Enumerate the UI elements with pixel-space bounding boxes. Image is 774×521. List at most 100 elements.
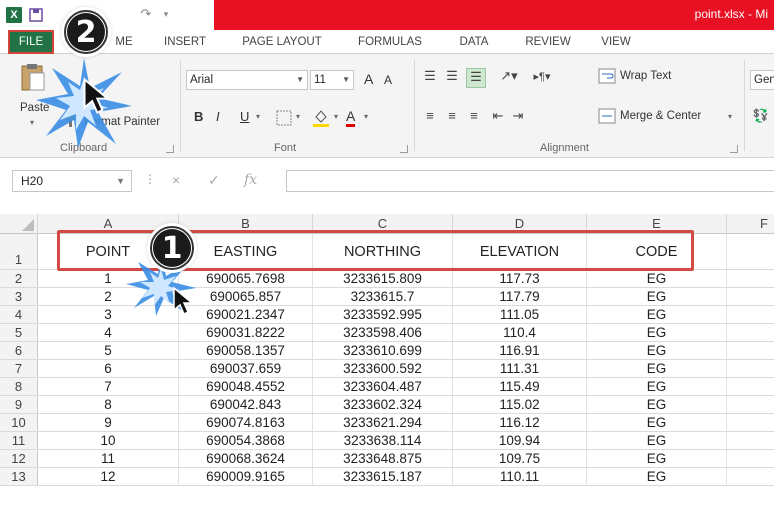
- tab-review[interactable]: REVIEW: [516, 30, 580, 54]
- cell-easting[interactable]: 690042.843: [179, 396, 313, 413]
- tab-file[interactable]: FILE: [8, 30, 54, 54]
- align-left-icon[interactable]: ≡: [422, 108, 438, 123]
- cell-northing[interactable]: 3233621.294: [313, 414, 453, 431]
- shrink-font-button[interactable]: A: [384, 73, 392, 87]
- cell-northing[interactable]: 3233615.187: [313, 468, 453, 485]
- cell-code[interactable]: EG: [587, 450, 727, 467]
- select-all-corner[interactable]: [0, 214, 38, 234]
- wrap-text-button[interactable]: Wrap Text: [620, 70, 671, 82]
- cell-empty[interactable]: [727, 234, 774, 269]
- cell-empty[interactable]: [727, 342, 774, 359]
- cell-code[interactable]: EG: [587, 270, 727, 287]
- cell-empty[interactable]: [727, 270, 774, 287]
- cell-code[interactable]: EG: [587, 378, 727, 395]
- cell-elevation[interactable]: 110.4: [453, 324, 587, 341]
- italic-button[interactable]: I: [216, 109, 220, 124]
- cell-empty[interactable]: [727, 432, 774, 449]
- accounting-format-icon[interactable]: 💱: [752, 108, 770, 124]
- fill-color-dropdown-icon[interactable]: ▾: [334, 112, 338, 121]
- fill-color-icon[interactable]: [312, 108, 330, 128]
- cell-northing[interactable]: 3233615.809: [313, 270, 453, 287]
- row-number[interactable]: 7: [0, 360, 38, 377]
- font-launcher-icon[interactable]: [400, 145, 408, 153]
- cell-elevation[interactable]: 111.31: [453, 360, 587, 377]
- cell-empty[interactable]: [727, 396, 774, 413]
- grow-font-button[interactable]: A: [364, 71, 373, 87]
- cell-northing[interactable]: 3233592.995: [313, 306, 453, 323]
- align-center-icon[interactable]: ≡: [444, 108, 460, 123]
- orientation-icon[interactable]: ↗▾: [498, 68, 520, 84]
- row-number[interactable]: 3: [0, 288, 38, 305]
- cell-point[interactable]: 11: [38, 450, 179, 467]
- font-name-combo[interactable]: Arial ▼: [186, 70, 308, 90]
- cell-code[interactable]: EG: [587, 324, 727, 341]
- cell-empty[interactable]: [727, 324, 774, 341]
- paste-dropdown-icon[interactable]: ▾: [30, 118, 34, 127]
- cell-elevation[interactable]: 116.12: [453, 414, 587, 431]
- cell-empty[interactable]: [727, 414, 774, 431]
- cell-easting[interactable]: 690021.2347: [179, 306, 313, 323]
- underline-button[interactable]: U: [240, 109, 249, 124]
- bold-button[interactable]: B: [194, 109, 203, 124]
- row-number[interactable]: 10: [0, 414, 38, 431]
- number-format-combo[interactable]: Gen: [750, 70, 774, 90]
- cell-easting[interactable]: 690031.8222: [179, 324, 313, 341]
- align-right-icon[interactable]: ≡: [466, 108, 482, 123]
- cell-point[interactable]: 12: [38, 468, 179, 485]
- formula-input[interactable]: [286, 170, 774, 192]
- cell-easting[interactable]: 690074.8163: [179, 414, 313, 431]
- cell-northing[interactable]: 3233615.7: [313, 288, 453, 305]
- cell-code[interactable]: EG: [587, 342, 727, 359]
- row-number[interactable]: 11: [0, 432, 38, 449]
- cell-point[interactable]: 10: [38, 432, 179, 449]
- font-color-dropdown-icon[interactable]: ▾: [364, 112, 368, 121]
- borders-icon[interactable]: [276, 110, 292, 126]
- cell-code[interactable]: EG: [587, 432, 727, 449]
- row-number[interactable]: 5: [0, 324, 38, 341]
- cell-elevation[interactable]: 117.79: [453, 288, 587, 305]
- cell-code[interactable]: EG: [587, 360, 727, 377]
- insert-function-icon[interactable]: fx: [244, 172, 257, 188]
- row-number[interactable]: 12: [0, 450, 38, 467]
- cell-northing[interactable]: 3233598.406: [313, 324, 453, 341]
- cell-easting[interactable]: 690009.9165: [179, 468, 313, 485]
- cell-point[interactable]: 5: [38, 342, 179, 359]
- cell-northing[interactable]: 3233600.592: [313, 360, 453, 377]
- decrease-indent-icon[interactable]: ⇤: [490, 108, 506, 124]
- cell-elevation[interactable]: 115.49: [453, 378, 587, 395]
- cell-elevation[interactable]: 109.94: [453, 432, 587, 449]
- cell-easting[interactable]: 690048.4552: [179, 378, 313, 395]
- tab-page-layout[interactable]: PAGE LAYOUT: [232, 30, 332, 54]
- cell-elevation[interactable]: 110.11: [453, 468, 587, 485]
- cell-code[interactable]: EG: [587, 288, 727, 305]
- cell-code[interactable]: EG: [587, 306, 727, 323]
- cell-elevation[interactable]: 111.05: [453, 306, 587, 323]
- cell-elevation[interactable]: 109.75: [453, 450, 587, 467]
- row-number[interactable]: 13: [0, 468, 38, 485]
- cell-point[interactable]: 4: [38, 324, 179, 341]
- underline-dropdown-icon[interactable]: ▾: [256, 112, 260, 121]
- align-middle-icon[interactable]: ☰: [444, 68, 460, 84]
- cell-point[interactable]: 7: [38, 378, 179, 395]
- cell-northing[interactable]: 3233638.114: [313, 432, 453, 449]
- qat-dropdown-icon[interactable]: ▾: [158, 6, 174, 22]
- tab-data[interactable]: DATA: [450, 30, 498, 54]
- cell-northing[interactable]: 3233602.324: [313, 396, 453, 413]
- cell-elevation[interactable]: 115.02: [453, 396, 587, 413]
- enter-icon[interactable]: ✓: [208, 172, 220, 189]
- cell-elevation[interactable]: 116.91: [453, 342, 587, 359]
- cell-northing[interactable]: 3233648.875: [313, 450, 453, 467]
- cell-easting[interactable]: 690037.659: [179, 360, 313, 377]
- tab-view[interactable]: VIEW: [594, 30, 638, 54]
- merge-dropdown-icon[interactable]: ▾: [728, 112, 732, 121]
- clipboard-launcher-icon[interactable]: [166, 145, 174, 153]
- cell-empty[interactable]: [727, 378, 774, 395]
- cell-empty[interactable]: [727, 468, 774, 485]
- cell-northing[interactable]: 3233610.699: [313, 342, 453, 359]
- row-number[interactable]: 9: [0, 396, 38, 413]
- merge-center-button[interactable]: Merge & Center: [620, 110, 701, 122]
- cell-empty[interactable]: [727, 306, 774, 323]
- cell-point[interactable]: 9: [38, 414, 179, 431]
- cell-empty[interactable]: [727, 288, 774, 305]
- row-number[interactable]: 1: [0, 234, 38, 269]
